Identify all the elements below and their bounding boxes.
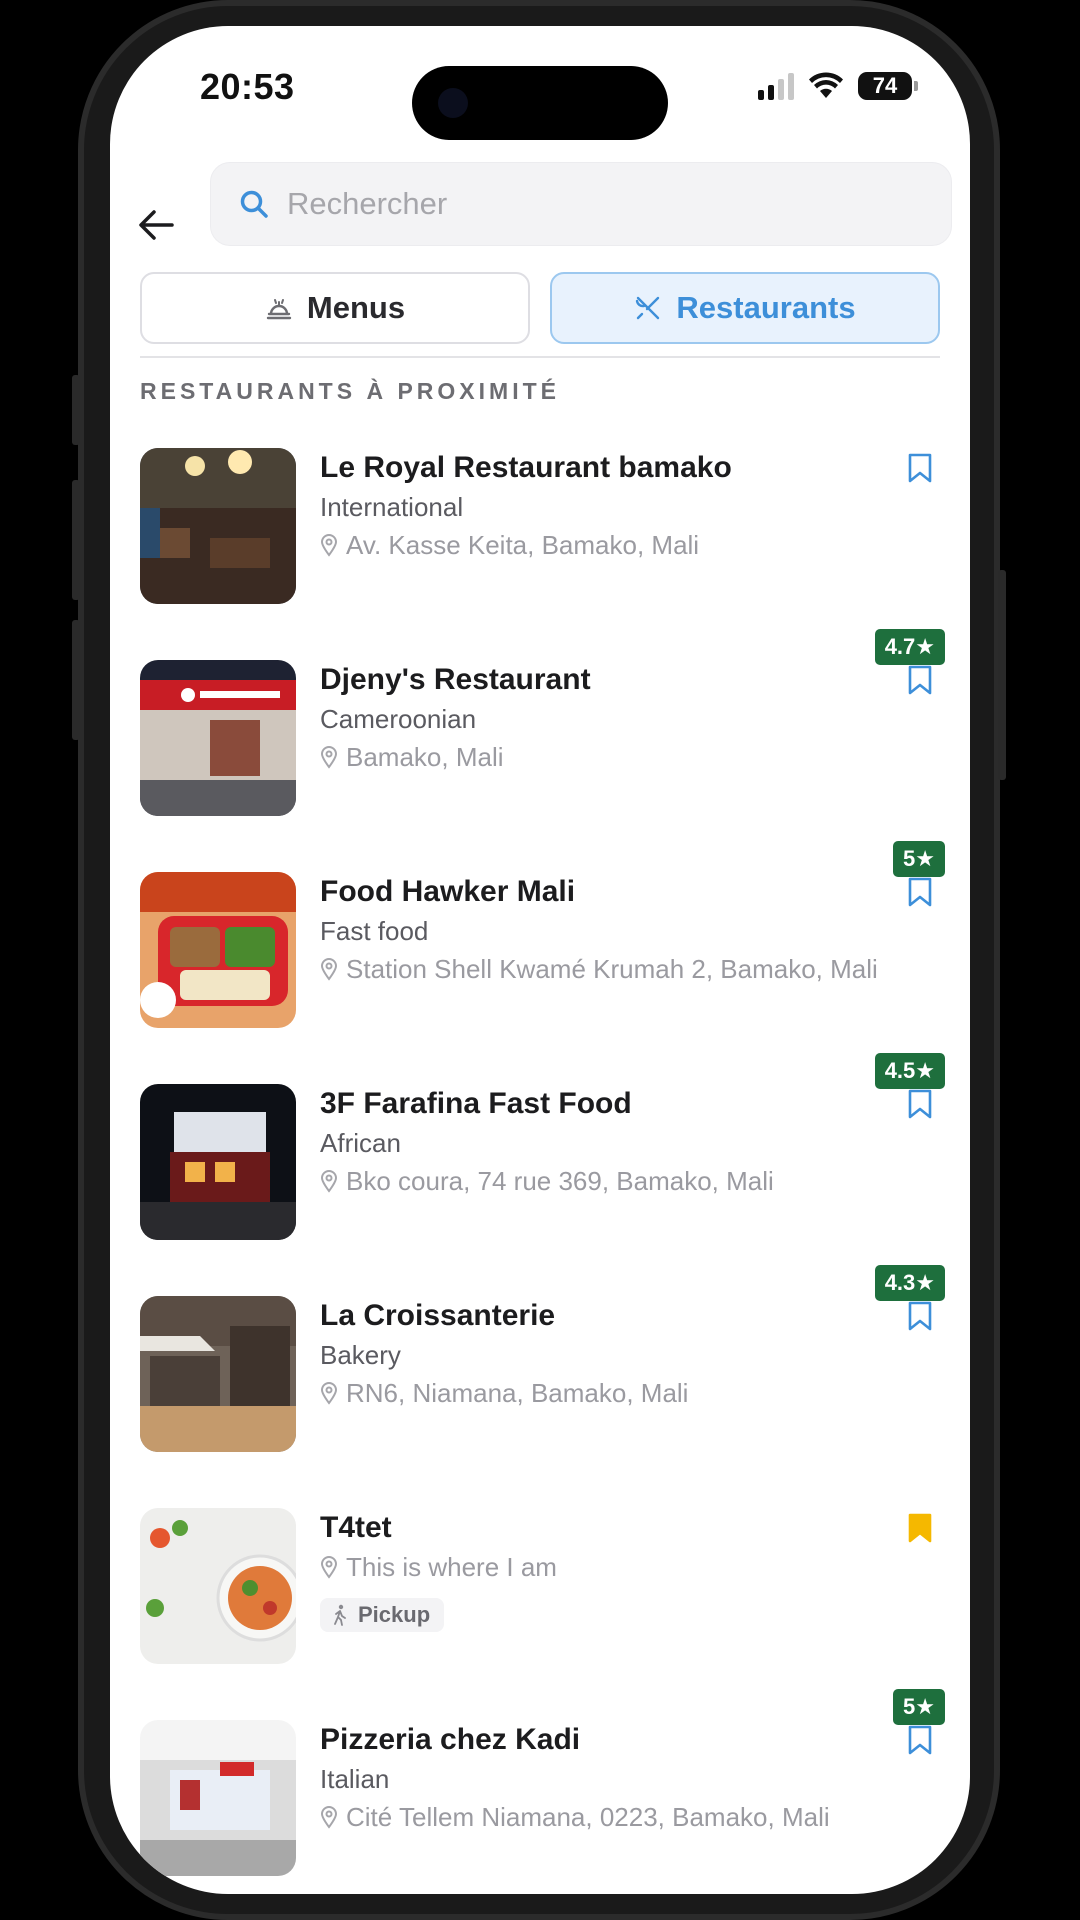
dynamic-island [412,66,668,140]
bookmark-button[interactable] [900,1296,940,1336]
restaurant-item[interactable]: 5★ T4tet This is where I am Pickup [140,1508,948,1728]
restaurant-name: 3F Farafina Fast Food [320,1087,632,1120]
action-button [72,375,80,445]
divider [140,356,940,358]
arrow-left-icon [139,210,174,240]
search-bar[interactable] [210,162,952,246]
bookmark-icon [908,1725,932,1755]
restaurant-item[interactable]: 4.5★ Food Hawker Mali Fast food Station … [140,872,948,1092]
bookmark-button[interactable] [900,1084,940,1124]
app-screen: 20:53 74 Menus [110,26,970,1894]
restaurant-cuisine: International [320,492,464,522]
address-text: Station Shell Kwamé Krumah 2, Bamako, Ma… [346,954,878,984]
section-title: RESTAURANTS À PROXIMITÉ [140,378,560,404]
restaurant-name: Djeny's Restaurant [320,663,591,696]
tab-restaurants[interactable]: Restaurants [550,272,940,344]
restaurant-thumbnail [140,448,296,604]
restaurant-cuisine: Italian [320,1764,390,1794]
location-pin-icon [320,1382,338,1405]
utensils-icon [636,296,660,320]
restaurant-address: Av. Kasse Keita, Bamako, Mali [320,526,880,564]
bookmark-filled-icon [908,1513,932,1543]
bookmark-icon [908,665,932,695]
address-text: This is where I am [346,1552,557,1582]
restaurant-thumbnail [140,1084,296,1240]
location-pin-icon [320,746,338,769]
restaurant-name: Pizzeria chez Kadi [320,1723,581,1756]
restaurant-thumbnail [140,1720,296,1876]
restaurant-name: La Croissanterie [320,1299,556,1332]
restaurant-item[interactable]: 4.7★ Le Royal Restaurant bamako Internat… [140,448,948,668]
walking-person-icon [334,1604,346,1626]
restaurant-item[interactable]: La Croissanterie Bakery RN6, Niamana, Ba… [140,1296,940,1508]
address-text: Bamako, Mali [346,742,504,772]
restaurant-item[interactable]: 5★ Djeny's Restaurant Cameroonian Bamako… [140,660,948,880]
bookmark-button[interactable] [900,1720,940,1760]
address-text: Bko coura, 74 rue 369, Bamako, Mali [346,1166,774,1196]
bookmark-button[interactable] [900,660,940,700]
restaurant-address: Bko coura, 74 rue 369, Bamako, Mali [320,1162,880,1200]
restaurant-item[interactable]: 4.3★ 3F Farafina Fast Food African Bko c… [140,1084,948,1304]
restaurant-address: RN6, Niamana, Bamako, Mali [320,1374,880,1412]
bookmark-icon [908,453,932,483]
restaurant-name: Food Hawker Mali [320,875,576,908]
cellular-signal-icon [758,72,794,100]
restaurant-address: Station Shell Kwamé Krumah 2, Bamako, Ma… [320,950,880,988]
restaurant-address: This is where I am [320,1548,880,1586]
restaurant-name: T4tet [320,1511,392,1544]
restaurant-cuisine: Fast food [320,916,429,946]
bookmark-button[interactable] [900,872,940,912]
restaurant-cuisine: Bakery [320,1340,401,1370]
power-button [998,570,1006,780]
back-button[interactable] [132,201,180,249]
bookmark-button[interactable] [900,448,940,488]
bookmark-button[interactable] [900,1508,940,1548]
volume-down-button [72,620,80,740]
bookmark-icon [908,1301,932,1331]
tab-menus[interactable]: Menus [140,272,530,344]
restaurant-address: Cité Tellem Niamana, 0223, Bamako, Mali [320,1798,880,1836]
search-input[interactable] [287,186,887,222]
restaurant-thumbnail [140,660,296,816]
restaurant-address: Bamako, Mali [320,738,880,776]
battery-icon: 74 [858,72,918,100]
location-pin-icon [320,1170,338,1193]
pickup-label: Pickup [358,1602,431,1627]
status-icons: 74 [758,72,918,100]
address-text: Av. Kasse Keita, Bamako, Mali [346,530,700,560]
restaurant-thumbnail [140,872,296,1028]
wifi-icon [809,72,843,98]
location-pin-icon [320,1556,338,1579]
restaurant-list: 4.7★ Le Royal Restaurant bamako Internat… [140,448,948,1894]
search-icon [240,190,268,218]
restaurant-thumbnail [140,1296,296,1452]
tab-menus-label: Menus [306,290,406,325]
volume-up-button [72,480,80,600]
restaurant-thumbnail [140,1508,296,1664]
location-pin-icon [320,534,338,557]
tab-restaurants-label: Restaurants [676,290,856,325]
bookmark-icon [908,1089,932,1119]
location-pin-icon [320,958,338,981]
restaurant-cuisine: Cameroonian [320,704,477,734]
food-tray-icon [266,299,292,320]
bookmark-icon [908,877,932,907]
restaurant-item[interactable]: Pizzeria chez Kadi Italian Cité Tellem N… [140,1720,940,1894]
restaurant-name: Le Royal Restaurant bamako [320,451,732,484]
category-tabs: Menus Restaurants [140,272,940,344]
address-text: Cité Tellem Niamana, 0223, Bamako, Mali [346,1802,830,1832]
restaurant-cuisine: African [320,1128,401,1158]
pickup-tag: Pickup [320,1598,445,1632]
status-time: 20:53 [200,66,295,107]
address-text: RN6, Niamana, Bamako, Mali [346,1378,689,1408]
location-pin-icon [320,1806,338,1829]
